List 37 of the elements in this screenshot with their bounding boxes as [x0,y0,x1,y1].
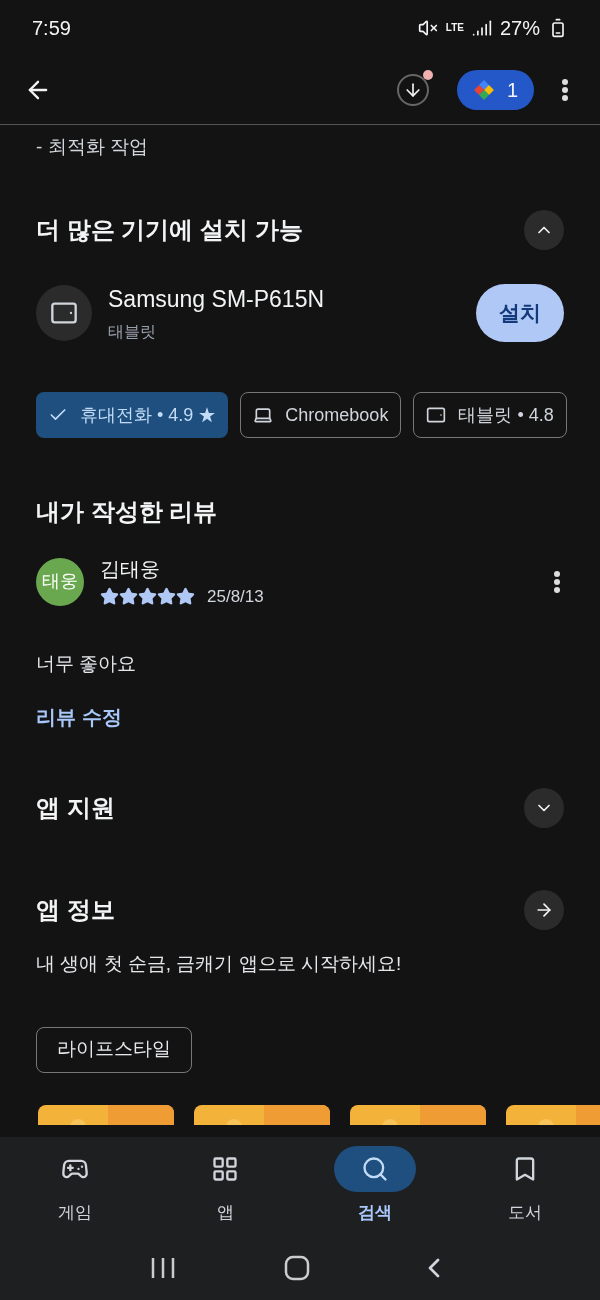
tablet-icon [426,405,447,425]
app-description: 내 생애 첫 순금, 금캐기 앱으로 시작하세요! [35,952,403,976]
section-title: 앱 지원 [36,793,115,823]
arrow-button[interactable] [524,890,564,930]
diamond-icon [472,78,495,101]
reviewer-name: 김태웅 [100,557,161,582]
user-avatar: 태웅 [36,557,84,606]
more-icon [554,570,560,593]
review-text: 너무 좋아요 [35,651,138,676]
device-type: 태블릿 [108,322,157,342]
nav-tab[interactable]: 앱 [175,1146,275,1226]
nav-tab[interactable]: 도서 [475,1146,575,1226]
grid-icon [211,1155,239,1184]
device-filter-chip[interactable]: 휴대전화 • 4.9 ★ [36,392,229,438]
feature-text: - 최적화 작업 [35,135,149,159]
edit-review-link[interactable]: 리뷰 수정 [0,702,158,732]
points-button[interactable]: 1 [456,69,534,110]
mute-icon [417,17,438,38]
nav-tab[interactable]: 게임 [25,1146,125,1226]
section-title: 내가 작성한 리뷰 [36,497,218,527]
review-date: 25/8/13 [207,586,264,608]
search-icon [361,1155,389,1184]
status-time: 7:59 [32,15,71,41]
section-title: 앱 정보 [36,895,115,925]
recent-apps-button[interactable] [150,1255,176,1280]
device-filter-chip[interactable]: 태블릿 • 4.8 [413,392,567,438]
network-type: LTE [445,21,464,35]
category-chip[interactable]: 라이프스타일 [36,1026,192,1073]
install-button[interactable]: 설치 [476,283,564,342]
device-filter-chip[interactable]: Chromebook [240,392,402,438]
battery-percent: 27% [499,15,540,41]
home-button[interactable] [284,1254,310,1281]
nav-tab[interactable]: 검색 [325,1146,425,1226]
device-name: Samsung SM-P615N [108,284,326,314]
laptop-icon [253,405,274,425]
section-title: 더 많은 기기에 설치 가능 [36,214,303,245]
more-icon [562,78,568,101]
